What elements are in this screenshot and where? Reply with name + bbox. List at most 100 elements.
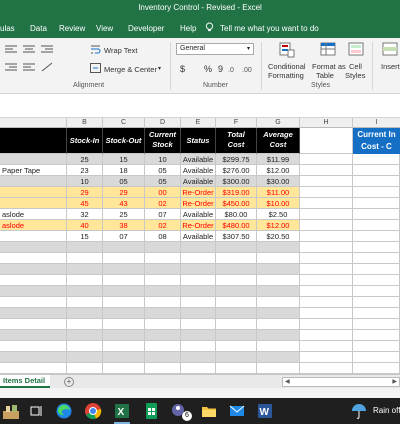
grid-cell[interactable] [0, 297, 67, 308]
grid-cell[interactable] [353, 198, 400, 209]
table-cell-avg[interactable]: $2.50 [257, 209, 300, 220]
table-cell-stock-out[interactable]: 18 [103, 165, 145, 176]
grid-cell[interactable] [353, 275, 400, 286]
grid-cell[interactable] [300, 242, 353, 253]
grid-cell[interactable] [300, 176, 353, 187]
grid-cell[interactable] [353, 330, 400, 341]
table-cell-name[interactable] [0, 231, 67, 242]
grid-cell[interactable] [145, 352, 181, 363]
grid-cell[interactable] [353, 286, 400, 297]
grid-cell[interactable] [67, 242, 103, 253]
table-cell-stock-in[interactable]: 45 [67, 198, 103, 209]
grid-cell[interactable] [67, 275, 103, 286]
table-cell-stock-in[interactable]: 25 [67, 154, 103, 165]
column-header-d[interactable]: D [145, 118, 181, 128]
grid-cell[interactable] [103, 264, 145, 275]
grid-cell[interactable] [0, 308, 67, 319]
table-cell-stock-in[interactable]: 40 [67, 220, 103, 231]
merge-center-button[interactable]: Merge & Center [104, 65, 157, 74]
table-cell-status[interactable]: Available [181, 231, 216, 242]
grid-cell[interactable] [103, 352, 145, 363]
grid-cell[interactable] [257, 253, 300, 264]
scroll-right-arrow-icon[interactable]: ▶ [392, 378, 397, 387]
conditional-formatting-button[interactable]: Conditional [268, 62, 306, 71]
grid-cell[interactable] [353, 341, 400, 352]
grid-cell[interactable] [103, 308, 145, 319]
tab-review[interactable]: Review [59, 24, 85, 33]
table-cell-avg[interactable]: $12.00 [257, 220, 300, 231]
mail-icon[interactable] [228, 402, 246, 420]
table-cell-status[interactable]: Re-Order [181, 187, 216, 198]
table-cell-current[interactable]: 02 [145, 198, 181, 209]
table-cell-current[interactable]: 10 [145, 154, 181, 165]
word-app-icon[interactable]: W [256, 402, 274, 420]
grid-cell[interactable] [103, 242, 145, 253]
grid-cell[interactable] [300, 319, 353, 330]
grid-cell[interactable] [67, 363, 103, 374]
column-header-h[interactable]: H [300, 118, 353, 128]
grid-cell[interactable] [300, 220, 353, 231]
grid-cell[interactable] [181, 242, 216, 253]
grid-cell[interactable] [0, 286, 67, 297]
grid-cell[interactable] [103, 253, 145, 264]
table-cell-total[interactable]: $300.00 [216, 176, 257, 187]
grid-cell[interactable] [216, 275, 257, 286]
grid-cell[interactable] [300, 297, 353, 308]
column-header-f[interactable]: F [216, 118, 257, 128]
table-cell-avg[interactable]: $11.99 [257, 154, 300, 165]
grid-cell[interactable] [0, 242, 67, 253]
table-cell-status[interactable]: Available [181, 154, 216, 165]
increase-decimal-icon[interactable]: .0 [228, 64, 239, 74]
grid-cell[interactable] [300, 264, 353, 275]
decrease-indent-icon[interactable] [4, 62, 18, 72]
column-header-e[interactable]: E [181, 118, 216, 128]
comma-style-button[interactable]: 9 [218, 64, 223, 74]
tab-view[interactable]: View [96, 24, 113, 33]
grid-cell[interactable] [145, 275, 181, 286]
grid-cell[interactable] [300, 154, 353, 165]
grid-cell[interactable] [257, 264, 300, 275]
column-header-i[interactable]: I [353, 118, 400, 128]
tab-help[interactable]: Help [180, 24, 196, 33]
percent-button[interactable]: % [204, 64, 212, 74]
orientation-icon[interactable] [40, 62, 54, 72]
task-view-icon[interactable] [28, 402, 46, 420]
chrome-browser-icon[interactable] [84, 402, 102, 420]
grid-cell[interactable] [67, 286, 103, 297]
grid-cell[interactable] [67, 330, 103, 341]
table-cell-avg[interactable]: $12.00 [257, 165, 300, 176]
grid-cell[interactable] [103, 363, 145, 374]
grid-cell[interactable] [257, 242, 300, 253]
sheets-app-icon[interactable] [142, 402, 160, 420]
grid-cell[interactable] [181, 308, 216, 319]
table-cell-stock-out[interactable]: 15 [103, 154, 145, 165]
grid-cell[interactable] [300, 198, 353, 209]
grid-cell[interactable] [181, 286, 216, 297]
grid-cell[interactable] [300, 209, 353, 220]
umbrella-weather-icon[interactable] [350, 402, 368, 420]
table-cell-avg[interactable]: $30.00 [257, 176, 300, 187]
column-header-g[interactable]: G [257, 118, 300, 128]
grid-cell[interactable] [145, 330, 181, 341]
table-cell-stock-in[interactable]: 10 [67, 176, 103, 187]
table-cell-total[interactable]: $299.75 [216, 154, 257, 165]
grid-cell[interactable] [181, 363, 216, 374]
grid-cell[interactable] [103, 275, 145, 286]
table-cell-status[interactable]: Available [181, 209, 216, 220]
table-cell-current[interactable]: 08 [145, 231, 181, 242]
table-cell-total[interactable]: $450.00 [216, 198, 257, 209]
table-cell-stock-out[interactable]: 05 [103, 176, 145, 187]
grid-cell[interactable] [257, 275, 300, 286]
grid-cell[interactable] [353, 220, 400, 231]
grid-cell[interactable] [67, 352, 103, 363]
table-cell-stock-out[interactable]: 07 [103, 231, 145, 242]
table-cell-avg[interactable]: $11.00 [257, 187, 300, 198]
grid-cell[interactable] [145, 363, 181, 374]
grid-cell[interactable] [353, 187, 400, 198]
table-cell-total[interactable]: $307.50 [216, 231, 257, 242]
weather-widget-icon[interactable] [2, 402, 20, 420]
table-cell-current[interactable]: 05 [145, 165, 181, 176]
conditional-formatting-button-line2[interactable]: Formatting [268, 71, 304, 80]
grid-cell[interactable] [216, 308, 257, 319]
grid-cell[interactable] [257, 308, 300, 319]
